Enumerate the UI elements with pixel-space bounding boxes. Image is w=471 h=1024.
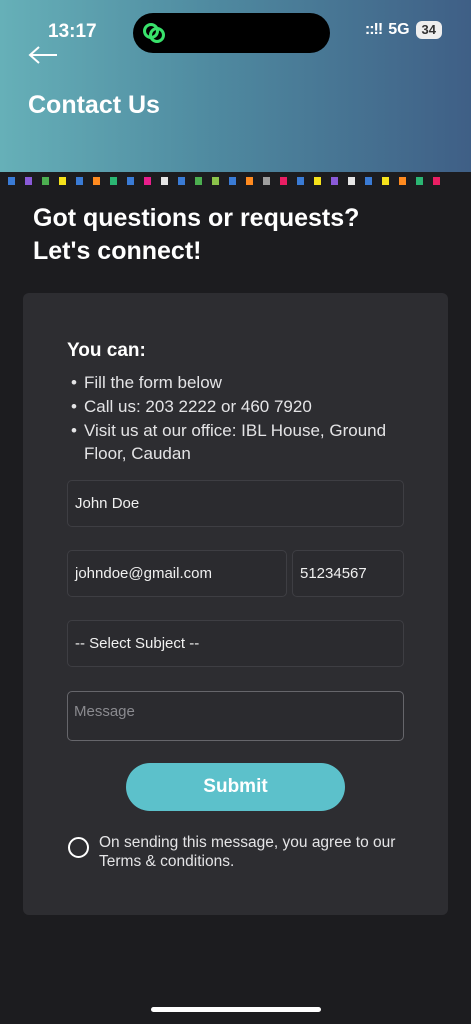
accent-dot (246, 177, 253, 185)
message-textarea[interactable]: Message (67, 691, 404, 741)
consent-text: On sending this message, you agree to ou… (99, 834, 396, 870)
arrow-left-icon[interactable] (28, 44, 58, 66)
accent-dot (348, 177, 355, 185)
headline: Got questions or requests? Let's connect… (33, 202, 359, 268)
page-title: Contact Us (28, 91, 160, 119)
name-field[interactable]: John Doe (67, 480, 404, 527)
accent-dot (433, 177, 440, 185)
phone-field[interactable]: 51234567 (292, 550, 404, 597)
accent-dot (8, 177, 15, 185)
network-label: 5G (388, 21, 410, 38)
link-icon (143, 23, 165, 43)
accent-dot (280, 177, 287, 185)
status-time: 13:17 (48, 21, 97, 42)
dynamic-island (133, 13, 330, 53)
accent-dot (42, 177, 49, 185)
accent-dots-divider (8, 177, 440, 185)
subject-select[interactable]: -- Select Subject -- (67, 620, 404, 667)
consent-radio[interactable] (68, 837, 89, 858)
accent-dot (416, 177, 423, 185)
accent-dot (365, 177, 372, 185)
accent-dot (110, 177, 117, 185)
status-icons: ::!! 5G 34 (365, 21, 442, 39)
accent-dot (314, 177, 321, 185)
accent-dot (127, 177, 134, 185)
you-can-heading: You can: (67, 340, 146, 361)
accent-dot (399, 177, 406, 185)
headline-line-1: Got questions or requests? (33, 204, 360, 232)
accent-dot (76, 177, 83, 185)
accent-dot (263, 177, 270, 185)
list-item: Fill the form below (71, 371, 391, 394)
contact-options-list: Fill the form below Call us: 203 2222 or… (71, 371, 391, 466)
accent-dot (93, 177, 100, 185)
accent-dot (25, 177, 32, 185)
contact-card: You can: Fill the form below Call us: 20… (23, 293, 448, 915)
signal-icon: ::!! (364, 21, 383, 38)
email-field[interactable]: johndoe@gmail.com (67, 550, 287, 597)
accent-dot (382, 177, 389, 185)
accent-dot (161, 177, 168, 185)
accent-dot (144, 177, 151, 185)
accent-dot (212, 177, 219, 185)
battery-icon: 34 (415, 21, 442, 39)
accent-dot (229, 177, 236, 185)
accent-dot (331, 177, 338, 185)
home-indicator (151, 1007, 321, 1012)
list-item: Visit us at our office: IBL House, Groun… (71, 419, 391, 465)
header: 13:17 ::!! 5G 34 Contact Us (0, 0, 471, 172)
headline-line-2: Let's connect! (33, 237, 202, 265)
list-item: Call us: 203 2222 or 460 7920 (71, 395, 391, 418)
accent-dot (59, 177, 66, 185)
accent-dot (178, 177, 185, 185)
accent-dot (195, 177, 202, 185)
submit-button[interactable]: Submit (126, 763, 345, 811)
accent-dot (297, 177, 304, 185)
